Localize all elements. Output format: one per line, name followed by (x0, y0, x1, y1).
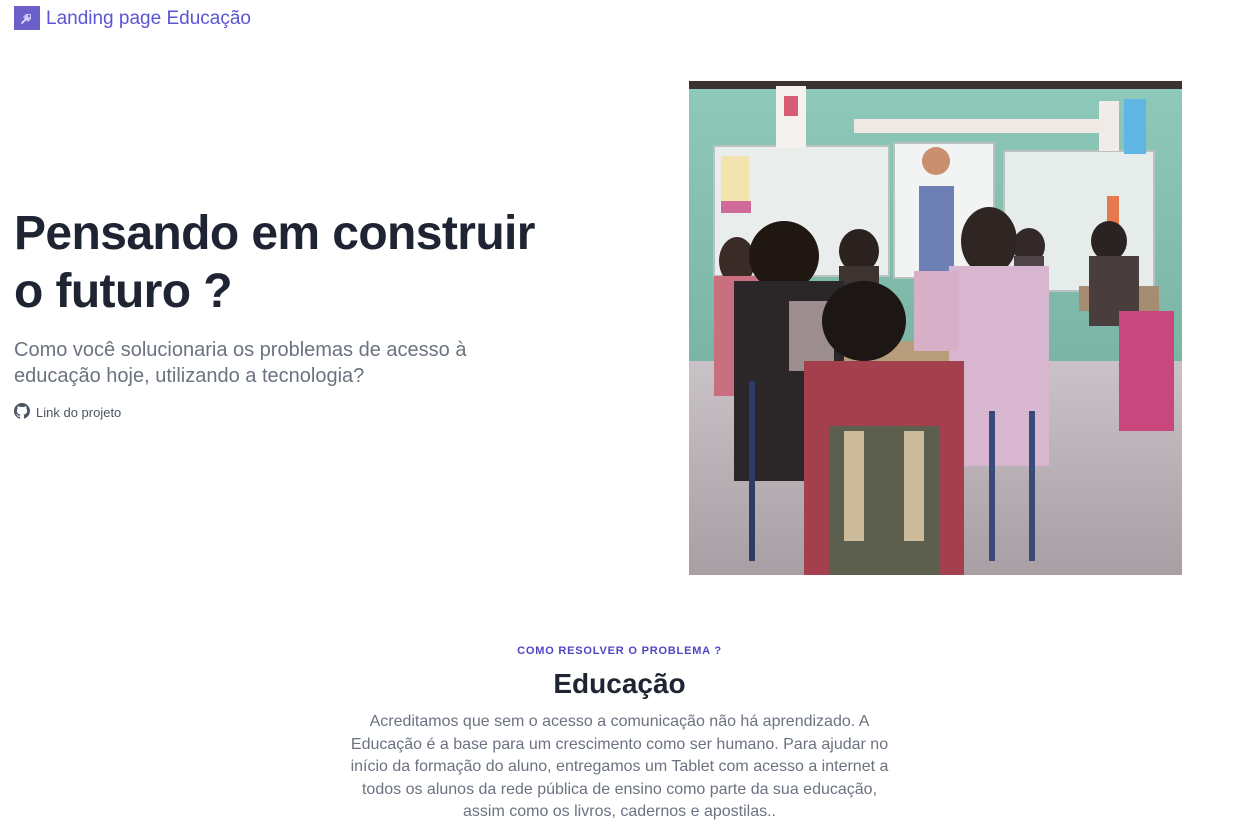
hero-subtitle: Como você solucionaria os problemas de a… (14, 339, 467, 387)
hero-content: Pensando em construir o futuro ? Como vo… (14, 205, 574, 422)
hero-title-line-2: o futuro ? (14, 265, 233, 318)
header: Landing page Educação (14, 6, 251, 30)
hero-title-line-1: Pensando em construir (14, 207, 535, 260)
github-icon (14, 403, 30, 422)
classroom-photo (689, 81, 1182, 575)
section-title: Educação (553, 668, 686, 699)
project-link[interactable]: Link do projeto (14, 403, 574, 422)
rocket-icon[interactable] (14, 6, 40, 30)
project-link-label: Link do projeto (36, 405, 122, 420)
section-eyebrow: COMO RESOLVER O PROBLEMA ? (517, 645, 722, 657)
brand-link[interactable]: Landing page Educação (46, 9, 251, 28)
section-body: Acreditamos que sem o acesso a comunicaç… (350, 713, 889, 820)
solution-section: COMO RESOLVER O PROBLEMA ? Educação Acre… (0, 640, 1239, 824)
hero-title: Pensando em construir o futuro ? (14, 205, 574, 321)
